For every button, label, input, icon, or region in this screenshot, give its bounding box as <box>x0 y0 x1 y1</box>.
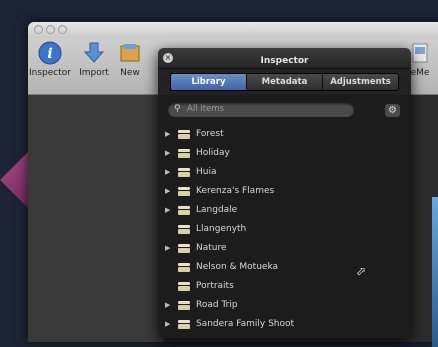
list-item-label: Forest <box>196 129 224 139</box>
list-item[interactable]: ▶ Nature <box>158 240 411 259</box>
list-item[interactable]: ▶ Holiday <box>158 145 411 164</box>
svg-text:i: i <box>47 46 52 62</box>
close-icon[interactable]: × <box>163 53 173 63</box>
list-item[interactable]: ▶ Road Trip <box>158 297 411 316</box>
list-item-label: Holiday <box>196 148 230 158</box>
list-item-label: Sandera Family Shoot <box>196 319 295 329</box>
list-item[interactable]: ▶ Sandera Family Shoot <box>158 316 411 335</box>
list-item-label: Nelson & Motueka <box>196 262 279 272</box>
list-item-label: Kerenza's Flames <box>196 186 275 196</box>
triangle-right-icon[interactable]: ▶ <box>165 244 170 252</box>
search-placeholder: All Items <box>187 104 225 114</box>
list-item-label: Huia <box>196 167 217 177</box>
list-item[interactable]: Llangenyth <box>158 221 411 240</box>
import-button[interactable]: Import <box>72 40 116 78</box>
triangle-right-icon[interactable]: ▶ <box>165 168 170 176</box>
list-item-label: Portraits <box>196 281 234 291</box>
close-window-button[interactable] <box>34 25 43 34</box>
zoom-window-button[interactable] <box>58 25 67 34</box>
project-box-icon <box>178 301 190 310</box>
triangle-right-icon[interactable]: ▶ <box>165 301 170 309</box>
inspector-button[interactable]: i Inspector <box>28 40 72 78</box>
list-item[interactable]: ▶ Langdale <box>158 202 411 221</box>
search-input[interactable]: ⚲ All Items <box>168 103 354 117</box>
list-item[interactable]: ▶ Huia <box>158 164 411 183</box>
project-box-icon <box>178 320 190 329</box>
tab-metadata[interactable]: Metadata <box>247 74 323 90</box>
project-box-icon <box>178 168 190 177</box>
search-icon: ⚲ <box>174 104 181 114</box>
list-item[interactable]: ▶ Kerenza's Flames <box>158 183 411 202</box>
desktop-background <box>0 150 30 210</box>
project-box-icon <box>178 263 190 272</box>
project-box-icon <box>178 225 190 234</box>
list-item[interactable]: Nelson & Motueka <box>158 259 411 278</box>
browser-area <box>28 95 163 342</box>
inspector-label: Inspector <box>29 68 71 78</box>
new-button[interactable]: New <box>114 40 146 78</box>
list-item-label: Llangenyth <box>196 224 247 234</box>
search-row: ⚲ All Items ⚙ <box>158 103 411 125</box>
tab-adjustments[interactable]: Adjustments <box>323 74 398 90</box>
list-item-label: Road Trip <box>196 300 238 310</box>
triangle-right-icon[interactable]: ▶ <box>165 130 170 138</box>
triangle-right-icon[interactable]: ▶ <box>165 187 170 195</box>
project-box-icon <box>178 282 190 291</box>
inspector-panel: × Inspector Library Metadata Adjustments… <box>158 48 411 338</box>
project-box-icon <box>178 130 190 139</box>
library-list: ▶ Forest ▶ Holiday ▶ Huia ▶ Kerenza's Flames ▶ La… <box>158 126 411 335</box>
new-label: New <box>120 68 140 78</box>
project-box-icon <box>178 206 190 215</box>
minimize-window-button[interactable] <box>46 25 55 34</box>
import-label: Import <box>79 68 109 78</box>
mouse-cursor-icon: ⬀ <box>356 264 367 278</box>
title-bar <box>28 22 438 38</box>
gear-icon[interactable]: ⚙ <box>385 104 400 117</box>
list-item-label: Nature <box>196 243 227 253</box>
tab-library[interactable]: Library <box>171 74 247 90</box>
list-item[interactable]: ▶ Forest <box>158 126 411 145</box>
project-box-icon <box>178 149 190 158</box>
list-item-label: Langdale <box>196 205 238 215</box>
inspector-title: Inspector <box>260 56 309 66</box>
list-item[interactable]: Portraits <box>158 278 411 297</box>
inspector-tabs: Library Metadata Adjustments <box>170 73 399 91</box>
project-box-icon <box>178 244 190 253</box>
project-box-icon <box>178 187 190 196</box>
album-icon <box>117 40 143 66</box>
triangle-right-icon[interactable]: ▶ <box>165 206 170 214</box>
triangle-right-icon[interactable]: ▶ <box>165 149 170 157</box>
viewer-photo <box>432 197 438 347</box>
inspector-title-bar: × Inspector <box>158 48 411 69</box>
down-arrow-icon <box>81 40 107 66</box>
triangle-right-icon[interactable]: ▶ <box>165 320 170 328</box>
info-icon: i <box>37 40 63 66</box>
